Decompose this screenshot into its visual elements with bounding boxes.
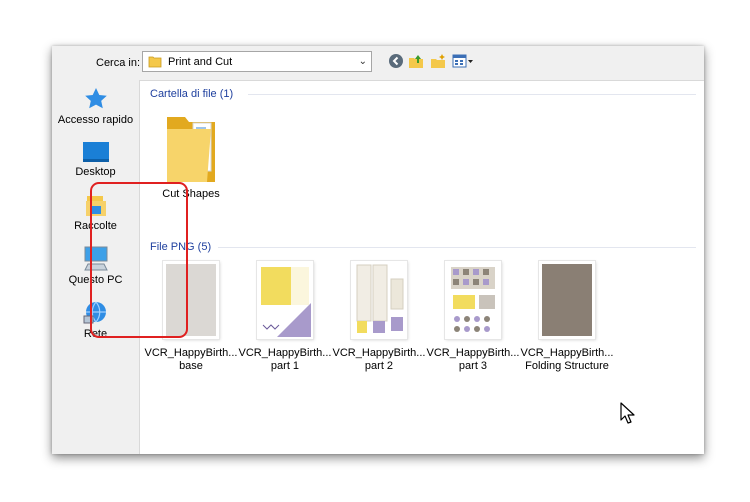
thumbnail xyxy=(351,261,407,339)
lookin-combobox[interactable]: Print and Cut ⌄ xyxy=(142,51,372,72)
place-accesso-rapido[interactable]: Accesso rapido xyxy=(52,86,139,126)
thumbnail xyxy=(257,261,313,339)
item-name-line2: part 3 xyxy=(458,360,488,372)
item-name-line1: VCR_HappyBirth... xyxy=(144,347,238,359)
file-list-view[interactable]: Cartella di file (1) Cut Shapes File PNG… xyxy=(139,80,704,454)
png-item[interactable]: VCR_HappyBirth... part 1 xyxy=(238,261,332,381)
item-name-line2: Folding Structure xyxy=(525,360,609,372)
item-name-line1: VCR_HappyBirth... xyxy=(332,347,426,359)
lookin-value: Print and Cut xyxy=(168,56,233,68)
place-label: Accesso rapido xyxy=(57,114,134,126)
thumbnail xyxy=(445,261,501,339)
png-item[interactable]: VCR_HappyBirth... Folding Structure xyxy=(520,261,614,381)
item-name-line2: part 2 xyxy=(364,360,394,372)
group-header-folders[interactable]: Cartella di file (1) xyxy=(150,88,233,100)
place-desktop[interactable]: Desktop xyxy=(52,140,139,178)
png-item[interactable]: VCR_HappyBirth... part 2 xyxy=(332,261,426,381)
back-icon[interactable] xyxy=(388,53,404,72)
desktop-icon xyxy=(52,140,139,164)
up-folder-icon[interactable] xyxy=(408,53,424,72)
chevron-down-icon[interactable]: ⌄ xyxy=(359,56,367,67)
item-name-line2: part 1 xyxy=(270,360,300,372)
place-label: Desktop xyxy=(75,166,116,178)
new-folder-icon[interactable] xyxy=(430,53,446,72)
item-name-line2: base xyxy=(179,360,203,372)
toolbar: Cerca in: Print and Cut ⌄ xyxy=(52,46,704,80)
lookin-label: Cerca in: xyxy=(96,57,141,69)
item-name-line1: VCR_HappyBirth... xyxy=(426,347,520,359)
thumbnail xyxy=(539,261,595,339)
star-icon xyxy=(52,86,139,112)
highlight-annotation xyxy=(90,182,188,338)
view-menu-icon[interactable] xyxy=(452,53,474,72)
mouse-cursor-icon xyxy=(620,402,636,427)
item-name-line1: VCR_HappyBirth... xyxy=(238,347,332,359)
folder-icon xyxy=(148,55,162,71)
png-item[interactable]: VCR_HappyBirth... part 3 xyxy=(426,261,520,381)
group-divider xyxy=(218,247,696,248)
group-divider xyxy=(248,94,696,95)
item-name-line1: VCR_HappyBirth... xyxy=(520,347,614,359)
